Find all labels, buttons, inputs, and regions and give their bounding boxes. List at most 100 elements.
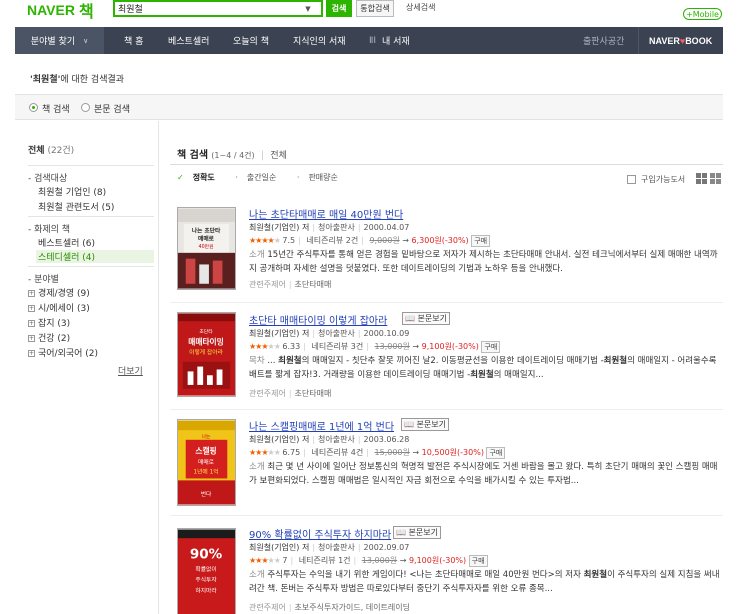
nav-my-library[interactable]: 내 서재 xyxy=(382,27,410,54)
nav-book-home[interactable]: 책 홈 xyxy=(124,27,143,54)
book-description: 소개 주식투자는 수익을 내기 위한 게임이다! <나는 초단타매매로 매일 4… xyxy=(249,570,720,594)
naver-book-link[interactable]: NAVER ♥ BOOK xyxy=(649,27,712,54)
book-publisher: 청아출판사 xyxy=(318,223,355,232)
sidebar-item-health[interactable]: + 건강 (2) xyxy=(28,331,70,344)
main-nav: 분야별 찾기 ∨ 책 홈 베스트셀러 오늘의 책 지식인의 서재 ⅡⅠ 내 서재… xyxy=(15,27,723,54)
section-divider xyxy=(170,164,723,165)
book-cover[interactable]: 나는 스캘핑 매매로 1년에 1억 번다 xyxy=(177,419,236,506)
sort-sales[interactable]: · 판매량순 xyxy=(297,173,347,182)
radio-body-search[interactable] xyxy=(81,103,90,112)
book-reviews[interactable]: 네티즌리뷰 1건 xyxy=(299,556,351,565)
book-title[interactable]: 나는 초단타매매로 매일 40만원 번다 xyxy=(249,206,403,221)
search-button[interactable]: 검색 xyxy=(326,0,352,17)
grid-view-icon[interactable] xyxy=(710,173,721,184)
result-suffix: 에 대한 검색결과 xyxy=(60,75,125,85)
sidebar-item-magazine[interactable]: + 잡지 (3) xyxy=(28,316,70,329)
topic-label: 관련주제어 xyxy=(249,280,286,289)
book-author[interactable]: 최원철(기업인) 저 xyxy=(249,435,309,444)
topic-value[interactable]: 초보주식투자가이드, 데이트레이딩 xyxy=(295,603,411,612)
book-reviews[interactable]: 네티즌리뷰 2건 xyxy=(306,236,358,245)
book-author[interactable]: 최원철(기업인) 저 xyxy=(249,329,309,338)
book-topics: 관련주제어 | 초보주식투자가이드, 데이트레이딩 xyxy=(249,603,411,612)
chevron-down-icon[interactable]: ▼ xyxy=(301,5,315,13)
available-checkbox[interactable] xyxy=(627,175,636,184)
nav-intellectual-library[interactable]: 지식인의 서재 xyxy=(293,27,346,54)
list-view-icon[interactable] xyxy=(696,173,707,184)
topic-value[interactable]: 초단타매매 xyxy=(295,280,332,289)
topic-value[interactable]: 초단타매매 xyxy=(295,389,332,398)
buy-button[interactable]: 구매 xyxy=(468,555,488,567)
topic-label: 관련주제어 xyxy=(249,389,286,398)
buy-button[interactable]: 구매 xyxy=(486,447,506,459)
search-input[interactable] xyxy=(115,2,301,15)
book-rating-row: ★★★★★ 7.5 | 네티즌리뷰 2건 | 9,000원 → 6,300원(-30… xyxy=(249,235,491,247)
book-cover[interactable]: 나는 초단타 매매로 40만원 xyxy=(177,207,236,290)
book-cover[interactable]: 90% 확률없이 주식투자 하지마라 xyxy=(177,528,236,614)
book-title[interactable]: 90% 확률없이 주식투자 하지마라 xyxy=(249,526,391,541)
book-author[interactable]: 최원철(기업인) 저 xyxy=(249,543,309,552)
book-author[interactable]: 최원철(기업인) 저 xyxy=(249,223,309,232)
nav-category[interactable]: 분야별 찾기 ∨ xyxy=(15,27,104,54)
book-item: 90% 확률없이 주식투자 하지마라 90% 확률없이 주식투자 하지마라 📖 … xyxy=(170,526,723,614)
sort-accuracy[interactable]: ✓ 정확도 xyxy=(177,173,224,182)
svg-text:초단타: 초단타 xyxy=(199,328,213,335)
section-all-link[interactable]: 전체 xyxy=(270,151,287,161)
buy-button[interactable]: 구매 xyxy=(481,341,501,353)
book-rating: 7 xyxy=(282,556,288,565)
sort-date[interactable]: · 출간일순 xyxy=(235,173,285,182)
result-query: '최원철' xyxy=(30,75,61,85)
book-sale-price: 10,500원(-30%) xyxy=(421,448,484,457)
star-rating-icon: ★★★★★ xyxy=(249,448,281,457)
book-title[interactable]: 나는 스캘핑매매로 1년에 1억 번다 xyxy=(249,418,394,433)
book-date: 2000.04.07 xyxy=(363,223,410,232)
naver-book-logo[interactable]: NAVER 책 xyxy=(27,0,94,21)
sidebar-topic-title: - 화제의 책 xyxy=(28,225,71,235)
tab-book-search[interactable]: 책 검색 xyxy=(42,102,70,115)
sidebar-target-title: - 검색대상 xyxy=(28,174,68,184)
nav-bestseller[interactable]: 베스트셀러 xyxy=(168,27,209,54)
svg-text:나는 초단타: 나는 초단타 xyxy=(192,227,221,235)
dot-icon: · xyxy=(235,173,238,182)
sidebar-item-poetry[interactable]: + 시/에세이 (3) xyxy=(28,301,90,314)
book-description: 목차 ... 최원철의 매매일지 - 칫단추 잘못 끼어진 날2. 이동평균선을… xyxy=(249,356,717,380)
book-open-icon: 📖 xyxy=(404,420,414,429)
sidebar-more-link[interactable]: 더보기 xyxy=(118,364,143,377)
desc-label: 소개 xyxy=(249,462,265,472)
total-search-button[interactable]: 통합검색 xyxy=(356,0,394,17)
library-icon: ⅡⅠ xyxy=(369,35,377,46)
sidebar-item-target-related[interactable]: 최원철 관련도서 (5) xyxy=(38,200,114,213)
book-open-icon: 📖 xyxy=(396,528,406,537)
tab-body-search[interactable]: 본문 검색 xyxy=(94,102,130,115)
book-reviews[interactable]: 네티즌리뷰 4건 xyxy=(311,448,363,457)
book-cover[interactable]: 초단타 매매타이밍 이렇게 잡아라 xyxy=(177,312,236,397)
preview-button[interactable]: 📖 본문보기 xyxy=(401,418,449,431)
radio-book-search[interactable] xyxy=(29,103,38,112)
logo-book: 책 xyxy=(78,2,94,21)
nav-publisher-space[interactable]: 출판사공간 xyxy=(583,27,624,54)
available-filter[interactable]: 구입가능도서 xyxy=(627,174,685,185)
desc-text: 최근 몇 년 사이에 일어난 정보통신의 혁명적 발전은 주식시장에도 거센 바… xyxy=(249,462,718,486)
sidebar-item-economy[interactable]: + 경제/경영 (9) xyxy=(28,286,90,299)
svg-text:이렇게 잡아라: 이렇게 잡아라 xyxy=(189,348,223,356)
svg-text:확률없이: 확률없이 xyxy=(195,565,216,573)
mobile-button[interactable]: +Mobile xyxy=(683,8,722,20)
book-title[interactable]: 초단타 매매타이밍 이렇게 잡아라 xyxy=(249,312,387,327)
sidebar-item-steadyseller[interactable]: 스테디셀러 (4) xyxy=(36,250,154,263)
advanced-search-link[interactable]: 상세검색 xyxy=(406,2,435,13)
svg-text:40만원: 40만원 xyxy=(199,243,214,250)
book-reviews[interactable]: 네티즌리뷰 3건 xyxy=(311,342,363,351)
book-meta: 최원철(기업인) 저 | 청아출판사 | 2002.09.07 xyxy=(249,543,410,552)
buy-button[interactable]: 구매 xyxy=(471,235,491,247)
nav-today-book[interactable]: 오늘의 책 xyxy=(233,27,269,54)
svg-text:매매타이밍: 매매타이밍 xyxy=(188,336,224,346)
book-item: 초단타 매매타이밍 이렇게 잡아라 초단타 매매타이밍 이렇게 잡아라 📖 본문… xyxy=(170,312,723,402)
sidebar-item-language[interactable]: + 국어/외국어 (2) xyxy=(28,346,98,359)
section-count: (1~4 / 4건) xyxy=(211,151,255,160)
plus-icon: + xyxy=(28,305,35,312)
sidebar-item-target-ceo[interactable]: 최원철 기업인 (8) xyxy=(38,185,106,198)
preview-button[interactable]: 📖 본문보기 xyxy=(402,312,450,325)
sidebar-all[interactable]: 전체 (22건) xyxy=(28,143,74,156)
preview-button[interactable]: 📖 본문보기 xyxy=(393,526,441,539)
search-tabs: 책 검색 본문 검색 xyxy=(15,94,723,120)
sidebar-item-bestseller[interactable]: 베스트셀러 (6) xyxy=(38,236,95,249)
